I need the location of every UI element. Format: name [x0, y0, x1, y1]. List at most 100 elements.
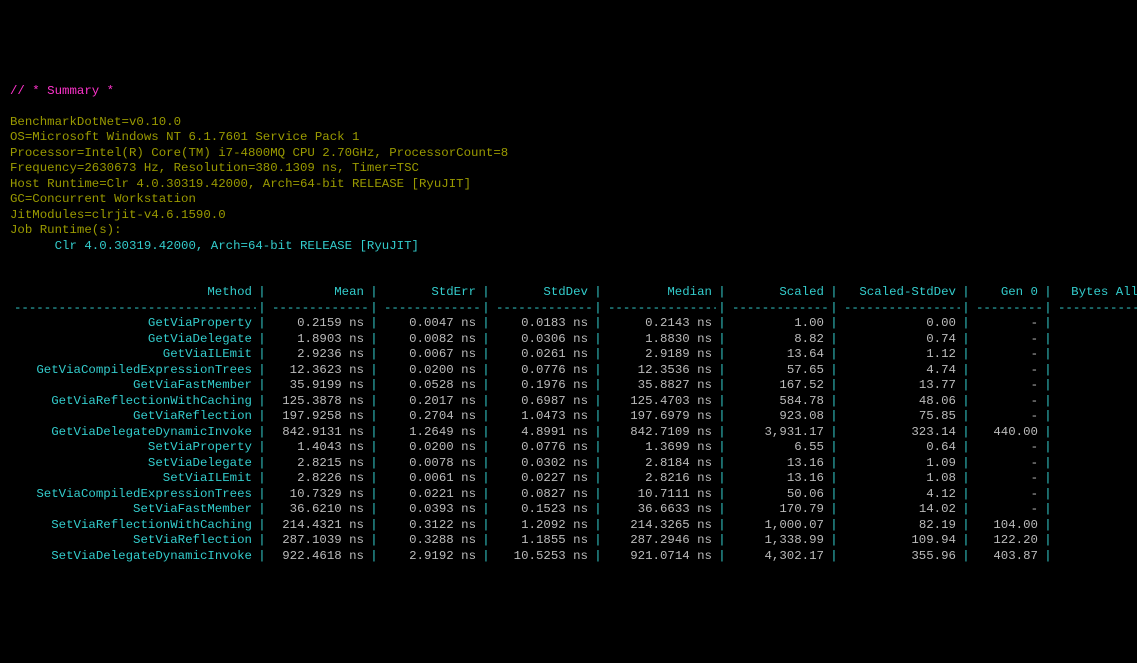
value-cell: 0.0067 ns: [380, 347, 480, 363]
value-cell: 1.2649 ns: [380, 425, 480, 441]
value-cell: 36.6210 ns: [268, 502, 368, 518]
value-cell: 4,302.17: [728, 549, 828, 565]
value-cell: 0.0183 ns: [492, 316, 592, 332]
col-header: Bytes Allocated/Op: [1054, 285, 1137, 301]
col-header: Median: [604, 285, 716, 301]
value-cell: 1.8903 ns: [268, 332, 368, 348]
value-cell: 82.19: [840, 518, 960, 534]
value-cell: 6.55: [728, 440, 828, 456]
col-header: StdDev: [492, 285, 592, 301]
value-cell: 0.2143 ns: [604, 316, 716, 332]
benchmark-table: Method|Mean|StdErr|StdDev|Median|Scaled|…: [10, 285, 1137, 564]
value-cell: 8.82: [728, 332, 828, 348]
value-cell: 440.00: [972, 425, 1042, 441]
value-cell: 13.77: [840, 378, 960, 394]
table-row: GetViaILEmit|2.9236 ns|0.0067 ns|0.0261 …: [10, 347, 1137, 363]
value-cell: -: [972, 409, 1042, 425]
value-cell: 0.0061 ns: [380, 471, 480, 487]
value-cell: 923.08: [728, 409, 828, 425]
value-cell: 0.2704 ns: [380, 409, 480, 425]
env-line: Host Runtime=Clr 4.0.30319.42000, Arch=6…: [10, 177, 471, 191]
value-cell: 287.1039 ns: [268, 533, 368, 549]
value-cell: 842.7109 ns: [604, 425, 716, 441]
col-header: Mean: [268, 285, 368, 301]
value-cell: 0.0261 ns: [492, 347, 592, 363]
job-runtime-line: Clr 4.0.30319.42000, Arch=64-bit RELEASE…: [10, 239, 419, 253]
value-cell: 170.79: [728, 502, 828, 518]
method-cell: SetViaReflectionWithCaching: [10, 518, 256, 534]
method-cell: GetViaReflectionWithCaching: [10, 394, 256, 410]
value-cell: -: [972, 347, 1042, 363]
value-cell: 1.3699 ns: [604, 440, 716, 456]
value-cell: 355.96: [840, 549, 960, 565]
value-cell: 0.1523 ns: [492, 502, 592, 518]
col-separator: |: [960, 285, 972, 301]
value-cell: 0.64: [840, 440, 960, 456]
env-line: Processor=Intel(R) Core(TM) i7-4800MQ CP…: [10, 146, 508, 160]
value-cell: 0.3288 ns: [380, 533, 480, 549]
value-cell: 35.8827 ns: [604, 378, 716, 394]
value-cell: 0.0776 ns: [492, 440, 592, 456]
value-cell: 167.52: [728, 378, 828, 394]
method-cell: SetViaILEmit: [10, 471, 256, 487]
value-cell: 2.8226 ns: [268, 471, 368, 487]
value-cell: 13.16: [728, 456, 828, 472]
value-cell: 0.2017 ns: [380, 394, 480, 410]
value-cell: 2.8184 ns: [604, 456, 716, 472]
value-cell: 115.63: [1054, 533, 1137, 549]
value-cell: 12.3536 ns: [604, 363, 716, 379]
value-cell: 50.06: [728, 487, 828, 503]
value-cell: 4.74: [840, 363, 960, 379]
col-separator: |: [480, 285, 492, 301]
value-cell: 921.0714 ns: [604, 549, 716, 565]
value-cell: 14.02: [840, 502, 960, 518]
value-cell: 0.00: [1054, 487, 1137, 503]
value-cell: 1.08: [840, 471, 960, 487]
value-cell: -: [972, 502, 1042, 518]
value-cell: 323.14: [840, 425, 960, 441]
method-cell: GetViaCompiledExpressionTrees: [10, 363, 256, 379]
value-cell: 2.9236 ns: [268, 347, 368, 363]
table-row: GetViaFastMember|35.9199 ns|0.0528 ns|0.…: [10, 378, 1137, 394]
value-cell: 57.65: [728, 363, 828, 379]
col-separator: |: [368, 285, 380, 301]
value-cell: 0.0047 ns: [380, 316, 480, 332]
col-header: Method: [10, 285, 256, 301]
col-separator: |: [256, 285, 268, 301]
method-cell: SetViaProperty: [10, 440, 256, 456]
value-cell: 0.0776 ns: [492, 363, 592, 379]
value-cell: -: [972, 332, 1042, 348]
value-cell: 1.8830 ns: [604, 332, 716, 348]
value-cell: 0.2159 ns: [268, 316, 368, 332]
table-row: SetViaILEmit|2.8226 ns|0.0061 ns|0.0227 …: [10, 471, 1137, 487]
value-cell: 0.01: [1054, 409, 1137, 425]
value-cell: 403.87: [972, 549, 1042, 565]
value-cell: 75.85: [840, 409, 960, 425]
value-cell: 287.2946 ns: [604, 533, 716, 549]
col-header: Scaled: [728, 285, 828, 301]
value-cell: 0.6987 ns: [492, 394, 592, 410]
value-cell: 10.7329 ns: [268, 487, 368, 503]
value-cell: 13.16: [728, 471, 828, 487]
value-cell: 1.09: [840, 456, 960, 472]
value-cell: 109.94: [840, 533, 960, 549]
table-row: SetViaProperty|1.4043 ns|0.0200 ns|0.077…: [10, 440, 1137, 456]
value-cell: -: [972, 316, 1042, 332]
table-row: GetViaDelegate|1.8903 ns|0.0082 ns|0.030…: [10, 332, 1137, 348]
value-cell: 2.9192 ns: [380, 549, 480, 565]
value-cell: 0.00: [1054, 332, 1137, 348]
value-cell: 197.9258 ns: [268, 409, 368, 425]
value-cell: 0.00: [1054, 440, 1137, 456]
value-cell: 0.0827 ns: [492, 487, 592, 503]
env-line: Job Runtime(s):: [10, 223, 122, 237]
terminal-output: // * Summary * BenchmarkDotNet=v0.10.0 O…: [10, 68, 1127, 580]
table-row: SetViaReflectionWithCaching|214.4321 ns|…: [10, 518, 1137, 534]
value-cell: 922.4618 ns: [268, 549, 368, 565]
value-cell: -: [972, 456, 1042, 472]
col-header: StdErr: [380, 285, 480, 301]
value-cell: 0.0200 ns: [380, 363, 480, 379]
method-cell: SetViaDelegateDynamicInvoke: [10, 549, 256, 565]
table-row: GetViaDelegateDynamicInvoke|842.9131 ns|…: [10, 425, 1137, 441]
value-cell: 1.12: [840, 347, 960, 363]
method-cell: GetViaFastMember: [10, 378, 256, 394]
